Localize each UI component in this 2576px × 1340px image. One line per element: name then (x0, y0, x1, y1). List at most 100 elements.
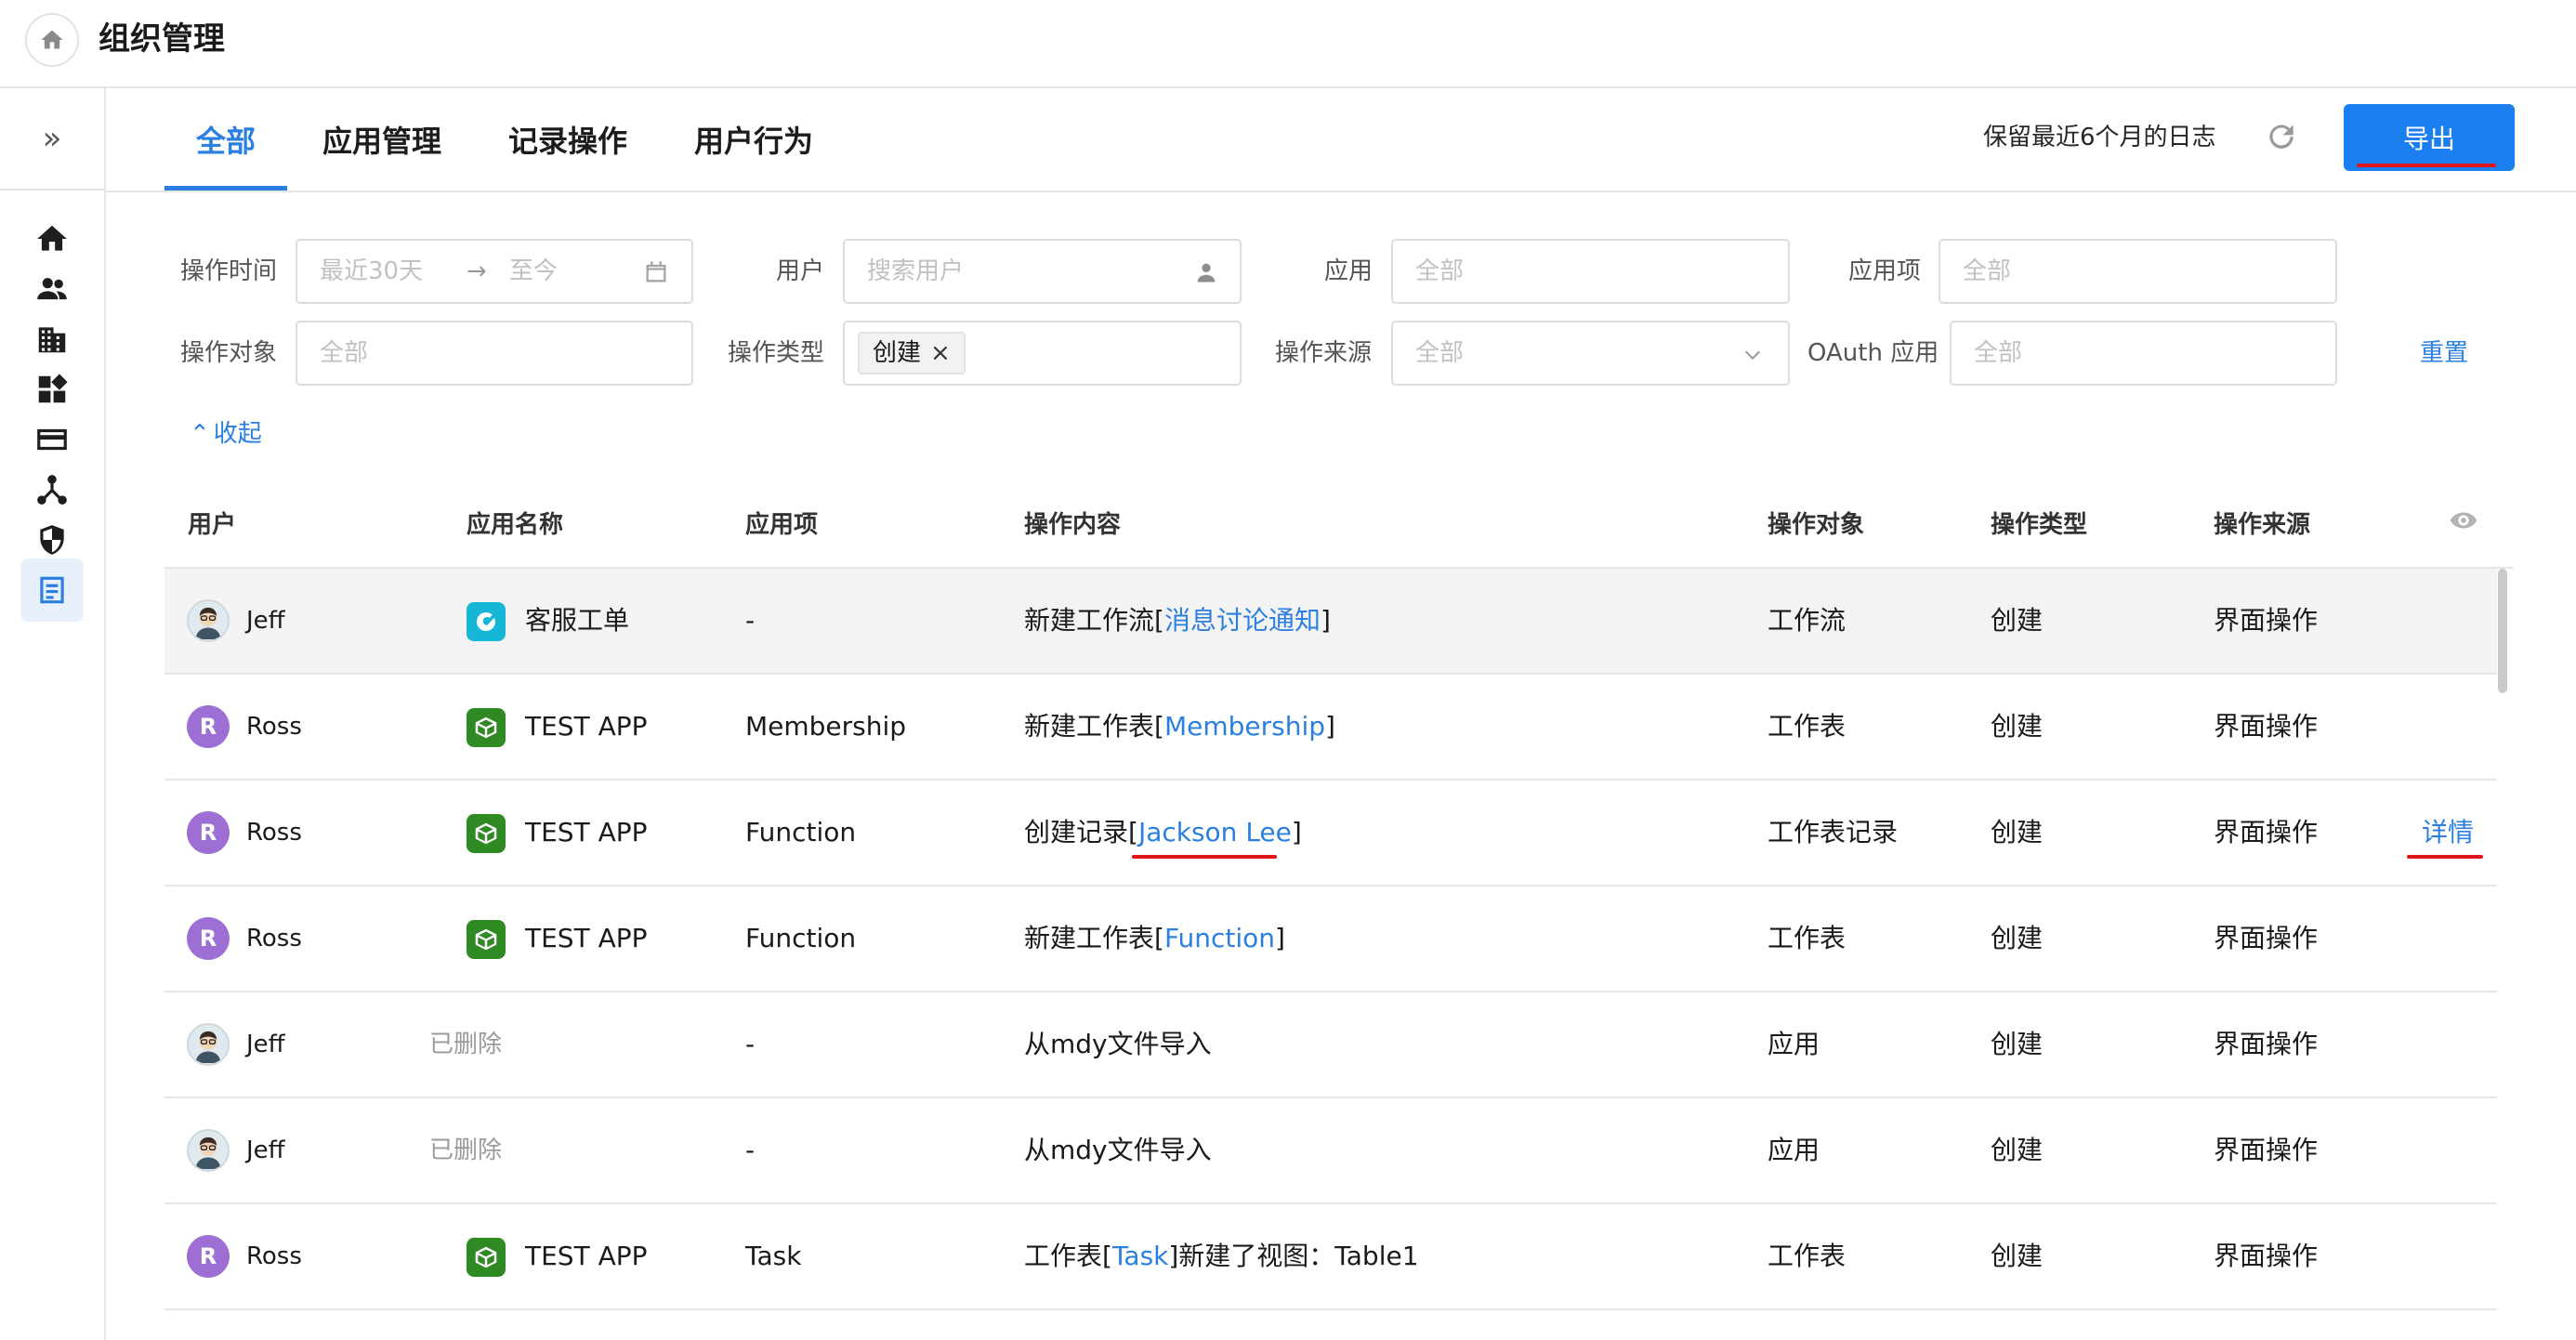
operation-source: 界面操作 (2214, 605, 2319, 636)
annotation-underline (1132, 855, 1277, 859)
avatar (187, 1129, 230, 1172)
cube-app-icon (467, 1238, 506, 1277)
operation-object: 工作表记录 (1768, 817, 1899, 847)
table-row[interactable]: R Ross TEST APP Task 工作表[Task]新建了视图：Table1 工作… (164, 1204, 2497, 1310)
home-icon (37, 225, 67, 251)
sidebar-item-logs[interactable] (20, 558, 84, 622)
table-row[interactable]: R Ross TEST APP Function 创建记录[Jackson Lee] 工作… (164, 781, 2497, 887)
content-link[interactable]: Function (1164, 923, 1275, 953)
operation-content: 从mdy文件导入 (1024, 1098, 1212, 1202)
tab-all[interactable]: 全部 (164, 88, 288, 190)
content-link[interactable]: Task (1112, 1241, 1168, 1271)
home-icon (41, 30, 63, 49)
content-text: 新建工作流[ (1024, 605, 1164, 636)
app-item: Function (745, 923, 857, 953)
filter-app-label: 应用 (1324, 257, 1373, 285)
object-select[interactable]: 全部 (296, 321, 693, 386)
source-select[interactable]: 全部 (1391, 321, 1790, 386)
app-name[interactable]: TEST APP (525, 675, 648, 779)
chevron-up-icon: ⌃ (190, 420, 210, 448)
content-link[interactable]: Membership (1164, 711, 1325, 742)
hub-icon (37, 475, 67, 505)
app-item-placeholder: 全部 (1963, 257, 2012, 285)
date-range-picker[interactable]: 最近30天 → 至今 (296, 239, 693, 304)
user-name[interactable]: Jeff (246, 1098, 285, 1202)
operation-type: 创建 (1991, 817, 2044, 847)
tab-record-operations[interactable]: 记录操作 (508, 88, 627, 190)
filter-source-label: 操作来源 (1275, 339, 1373, 367)
collapse-link[interactable]: ⌃ 收起 (190, 418, 262, 450)
tab-app-management[interactable]: 应用管理 (322, 88, 441, 190)
avatar: R (187, 917, 230, 960)
app-item: - (745, 605, 756, 636)
expand-sidebar-icon[interactable]: » (0, 88, 104, 190)
type-chip-label: 创建 (873, 339, 922, 367)
operation-content: 新建工作流[消息讨论通知] (1024, 569, 1331, 673)
filter-oauth-label: OAuth 应用 (1807, 339, 1939, 367)
calendar-icon (646, 261, 666, 282)
filter-object-label: 操作对象 (180, 339, 278, 367)
tab-divider (104, 190, 2576, 192)
top-header: 组织管理 (0, 0, 2576, 88)
avatar: R (187, 811, 230, 854)
app-name[interactable]: 客服工单 (525, 569, 629, 673)
operation-object: 工作表 (1768, 1241, 1847, 1271)
table-row[interactable]: Jeff 已删除 - 从mdy文件导入 应用 创建 界面操作 (164, 992, 2497, 1098)
content-text: 从mdy文件导入 (1024, 1135, 1212, 1165)
refresh-icon[interactable] (2264, 119, 2299, 154)
app-name[interactable]: TEST APP (525, 887, 648, 991)
col-source: 操作来源 (2214, 511, 2311, 539)
table-row[interactable]: Jeff 客服工单 - 新建工作流[消息讨论通知] 工作流 创建 界面操作 (164, 569, 2497, 675)
scrollbar[interactable] (2498, 569, 2507, 693)
user-name[interactable]: Jeff (246, 992, 285, 1097)
detail-link[interactable]: 详情 (2422, 781, 2474, 885)
tab-bar: 全部 应用管理 记录操作 用户行为 (164, 88, 880, 190)
content-text: ] (1320, 605, 1331, 636)
user-search-placeholder: 搜索用户 (867, 257, 965, 285)
app-item-select[interactable]: 全部 (1939, 239, 2337, 304)
type-select[interactable]: 创建 × (843, 321, 1242, 386)
export-button[interactable]: 导出 (2344, 104, 2515, 171)
avatar (187, 1023, 230, 1066)
table-row[interactable]: R Ross TEST APP Function 新建工作表[Function] 工作表创… (164, 887, 2497, 992)
content-text: 工作表[ (1024, 1241, 1112, 1271)
app-item: Function (745, 817, 857, 847)
operation-object: 应用 (1768, 1029, 1820, 1059)
reset-link[interactable]: 重置 (2420, 337, 2468, 369)
user-name[interactable]: Ross (246, 887, 302, 991)
user-name[interactable]: Ross (246, 781, 302, 885)
cube-app-icon (467, 920, 506, 959)
app-name[interactable]: TEST APP (525, 781, 648, 885)
date-arrow: → (467, 257, 487, 285)
cube-app-icon (467, 708, 506, 747)
content-text: ] (1275, 923, 1285, 953)
operation-type: 创建 (1991, 1241, 2044, 1271)
filter-app-item-label: 应用项 (1848, 257, 1922, 285)
table-row[interactable]: Jeff 已删除 - 从mdy文件导入 应用 创建 界面操作 (164, 1098, 2497, 1204)
content-link[interactable]: Jackson Lee (1138, 817, 1292, 847)
content-link[interactable]: 消息讨论通知 (1164, 605, 1321, 636)
tab-user-behavior[interactable]: 用户行为 (694, 88, 813, 190)
app-item: Task (745, 1241, 802, 1271)
shield-icon (40, 525, 64, 555)
operation-object: 工作表 (1768, 923, 1847, 953)
avatar (187, 599, 230, 642)
chip-remove-icon[interactable]: × (930, 334, 951, 373)
operation-content: 新建工作表[Membership] (1024, 675, 1335, 779)
app-select[interactable]: 全部 (1391, 239, 1790, 304)
user-name[interactable]: Ross (246, 675, 302, 779)
home-button[interactable] (25, 13, 79, 67)
user-name[interactable]: Ross (246, 1204, 302, 1308)
user-name[interactable]: Jeff (246, 569, 285, 673)
col-user: 用户 (188, 511, 237, 539)
app-name[interactable]: TEST APP (525, 1204, 648, 1308)
oauth-select[interactable]: 全部 (1950, 321, 2337, 386)
content-text: ] (1291, 817, 1302, 847)
user-search-input[interactable]: 搜索用户 (843, 239, 1242, 304)
cube-app-icon (467, 814, 506, 853)
col-app-item: 应用项 (745, 511, 819, 539)
retention-note: 保留最近6个月的日志 (1983, 124, 2216, 151)
eye-icon[interactable] (2448, 505, 2479, 536)
table-row[interactable]: R Ross TEST APP Membership 新建工作表[Membership]… (164, 675, 2497, 781)
operation-object: 应用 (1768, 1135, 1820, 1165)
